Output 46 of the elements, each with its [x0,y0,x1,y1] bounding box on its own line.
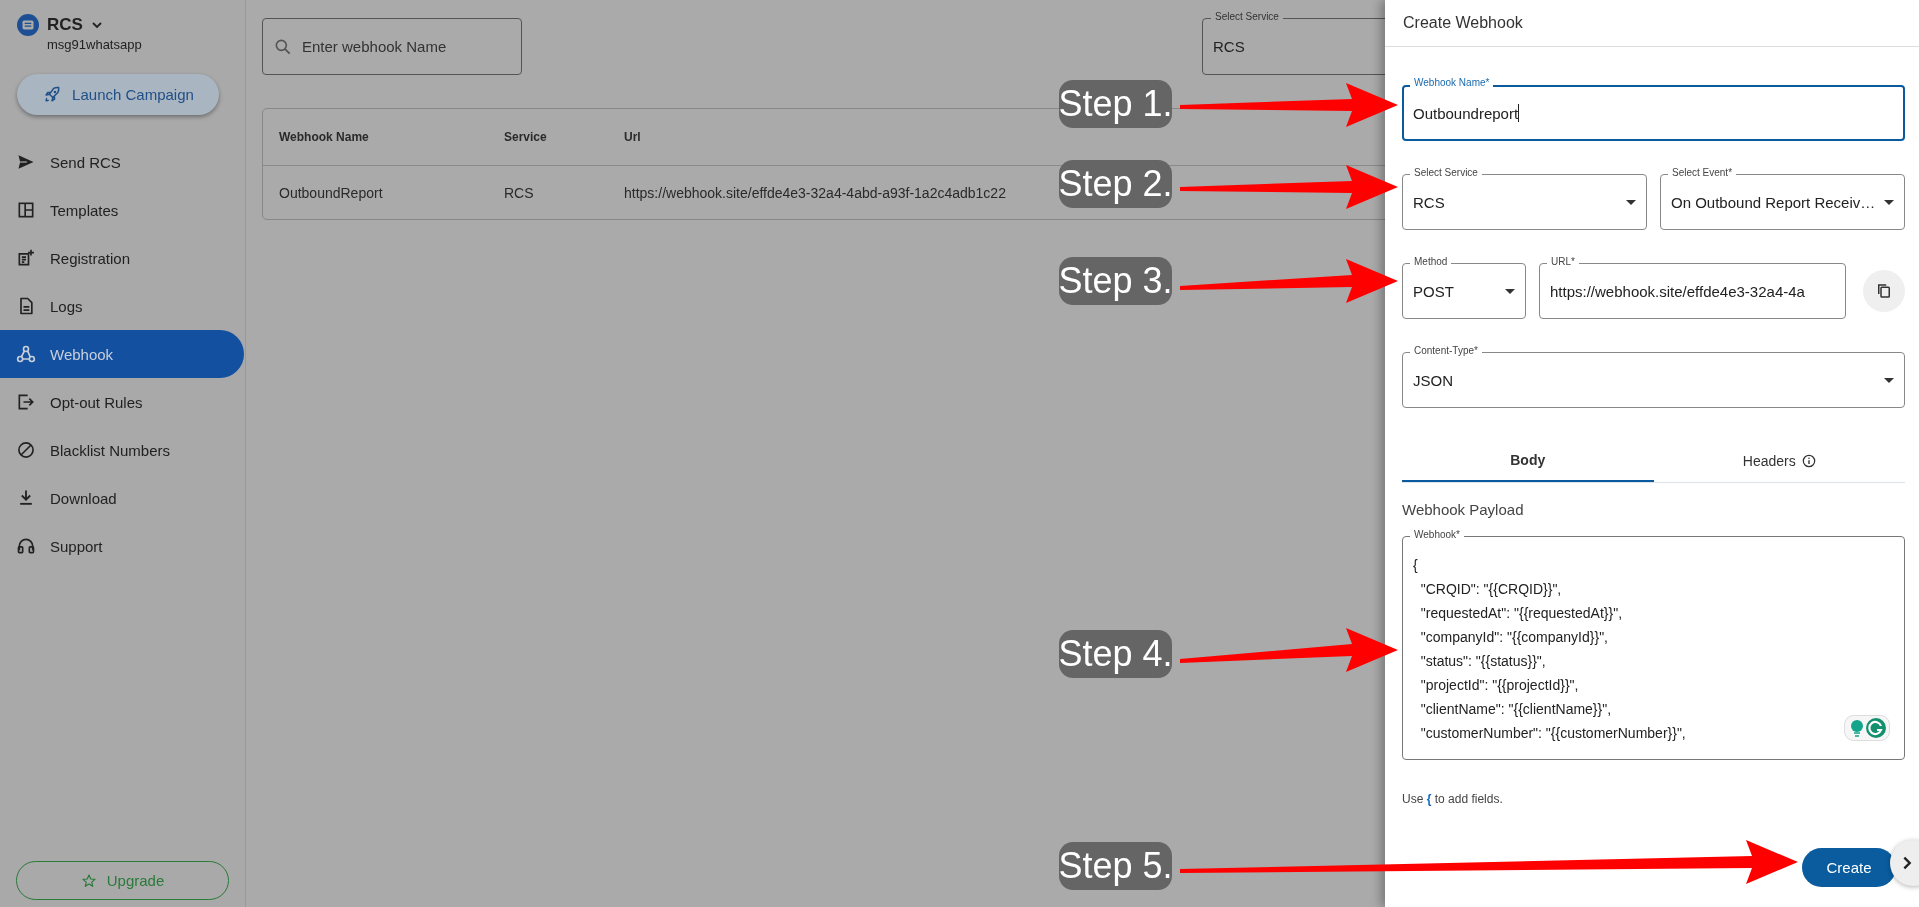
extension-icon [1844,715,1890,741]
section-title: Webhook Payload [1402,501,1525,518]
star-icon [80,872,97,889]
table-cell-text: OutboundReport [278,184,384,201]
caret-icon [1626,199,1636,205]
layout-icon [16,200,36,220]
step-label: Step 5. [1059,842,1172,890]
nav-item[interactable]: Download [0,474,244,522]
nav-item[interactable]: Blacklist Numbers [0,426,244,474]
account-name: msg91whatsapp [47,37,142,52]
caret-icon [1505,288,1515,294]
exit-icon [16,392,36,412]
chat-icon [17,14,39,36]
app-name: RCS [47,15,83,35]
nav-item[interactable]: Logs [0,282,244,330]
info-icon [1801,453,1816,468]
nav-item[interactable]: Templates [0,186,244,234]
hint-text: Use { to add fields. [1402,792,1504,806]
create-button[interactable]: Create [1802,848,1896,887]
webhook-icon [16,344,36,364]
search-field[interactable]: Enter webhook Name [262,18,522,75]
table-cell-text: https://webhook.site/effde4e3-32a4-4abd-a93f-1a2c4adb1c22 [623,184,1006,201]
step-label: Step 2. [1059,160,1172,208]
nav-item[interactable]: Webhook [0,330,244,378]
step-label: Step 1. [1059,80,1172,128]
tab[interactable]: Headers [1653,439,1905,482]
table-cell-text: RCS [503,184,535,201]
nav-item[interactable]: Registration [0,234,244,282]
caret-icon [1884,199,1894,205]
launch-campaign-button[interactable]: Launch Campaign [17,74,219,115]
headset-icon [16,536,36,556]
column-header: Webhook Name [278,130,370,144]
column-header: Service [503,130,548,144]
tab[interactable]: Body [1402,439,1654,482]
chevron-down-icon[interactable] [90,19,103,31]
copy-button[interactable] [1863,270,1905,312]
nav-item[interactable]: Support [0,522,244,570]
caret-icon [1884,377,1894,383]
block-icon [16,440,36,460]
copy-icon [1875,282,1893,300]
nav-item[interactable]: Send RCS [0,138,244,186]
step-label: Step 4. [1059,630,1172,678]
nav-item[interactable]: Opt-out Rules [0,378,244,426]
step-label: Step 3. [1059,257,1172,305]
note-add-icon [16,248,36,268]
column-header: Url [623,130,641,144]
